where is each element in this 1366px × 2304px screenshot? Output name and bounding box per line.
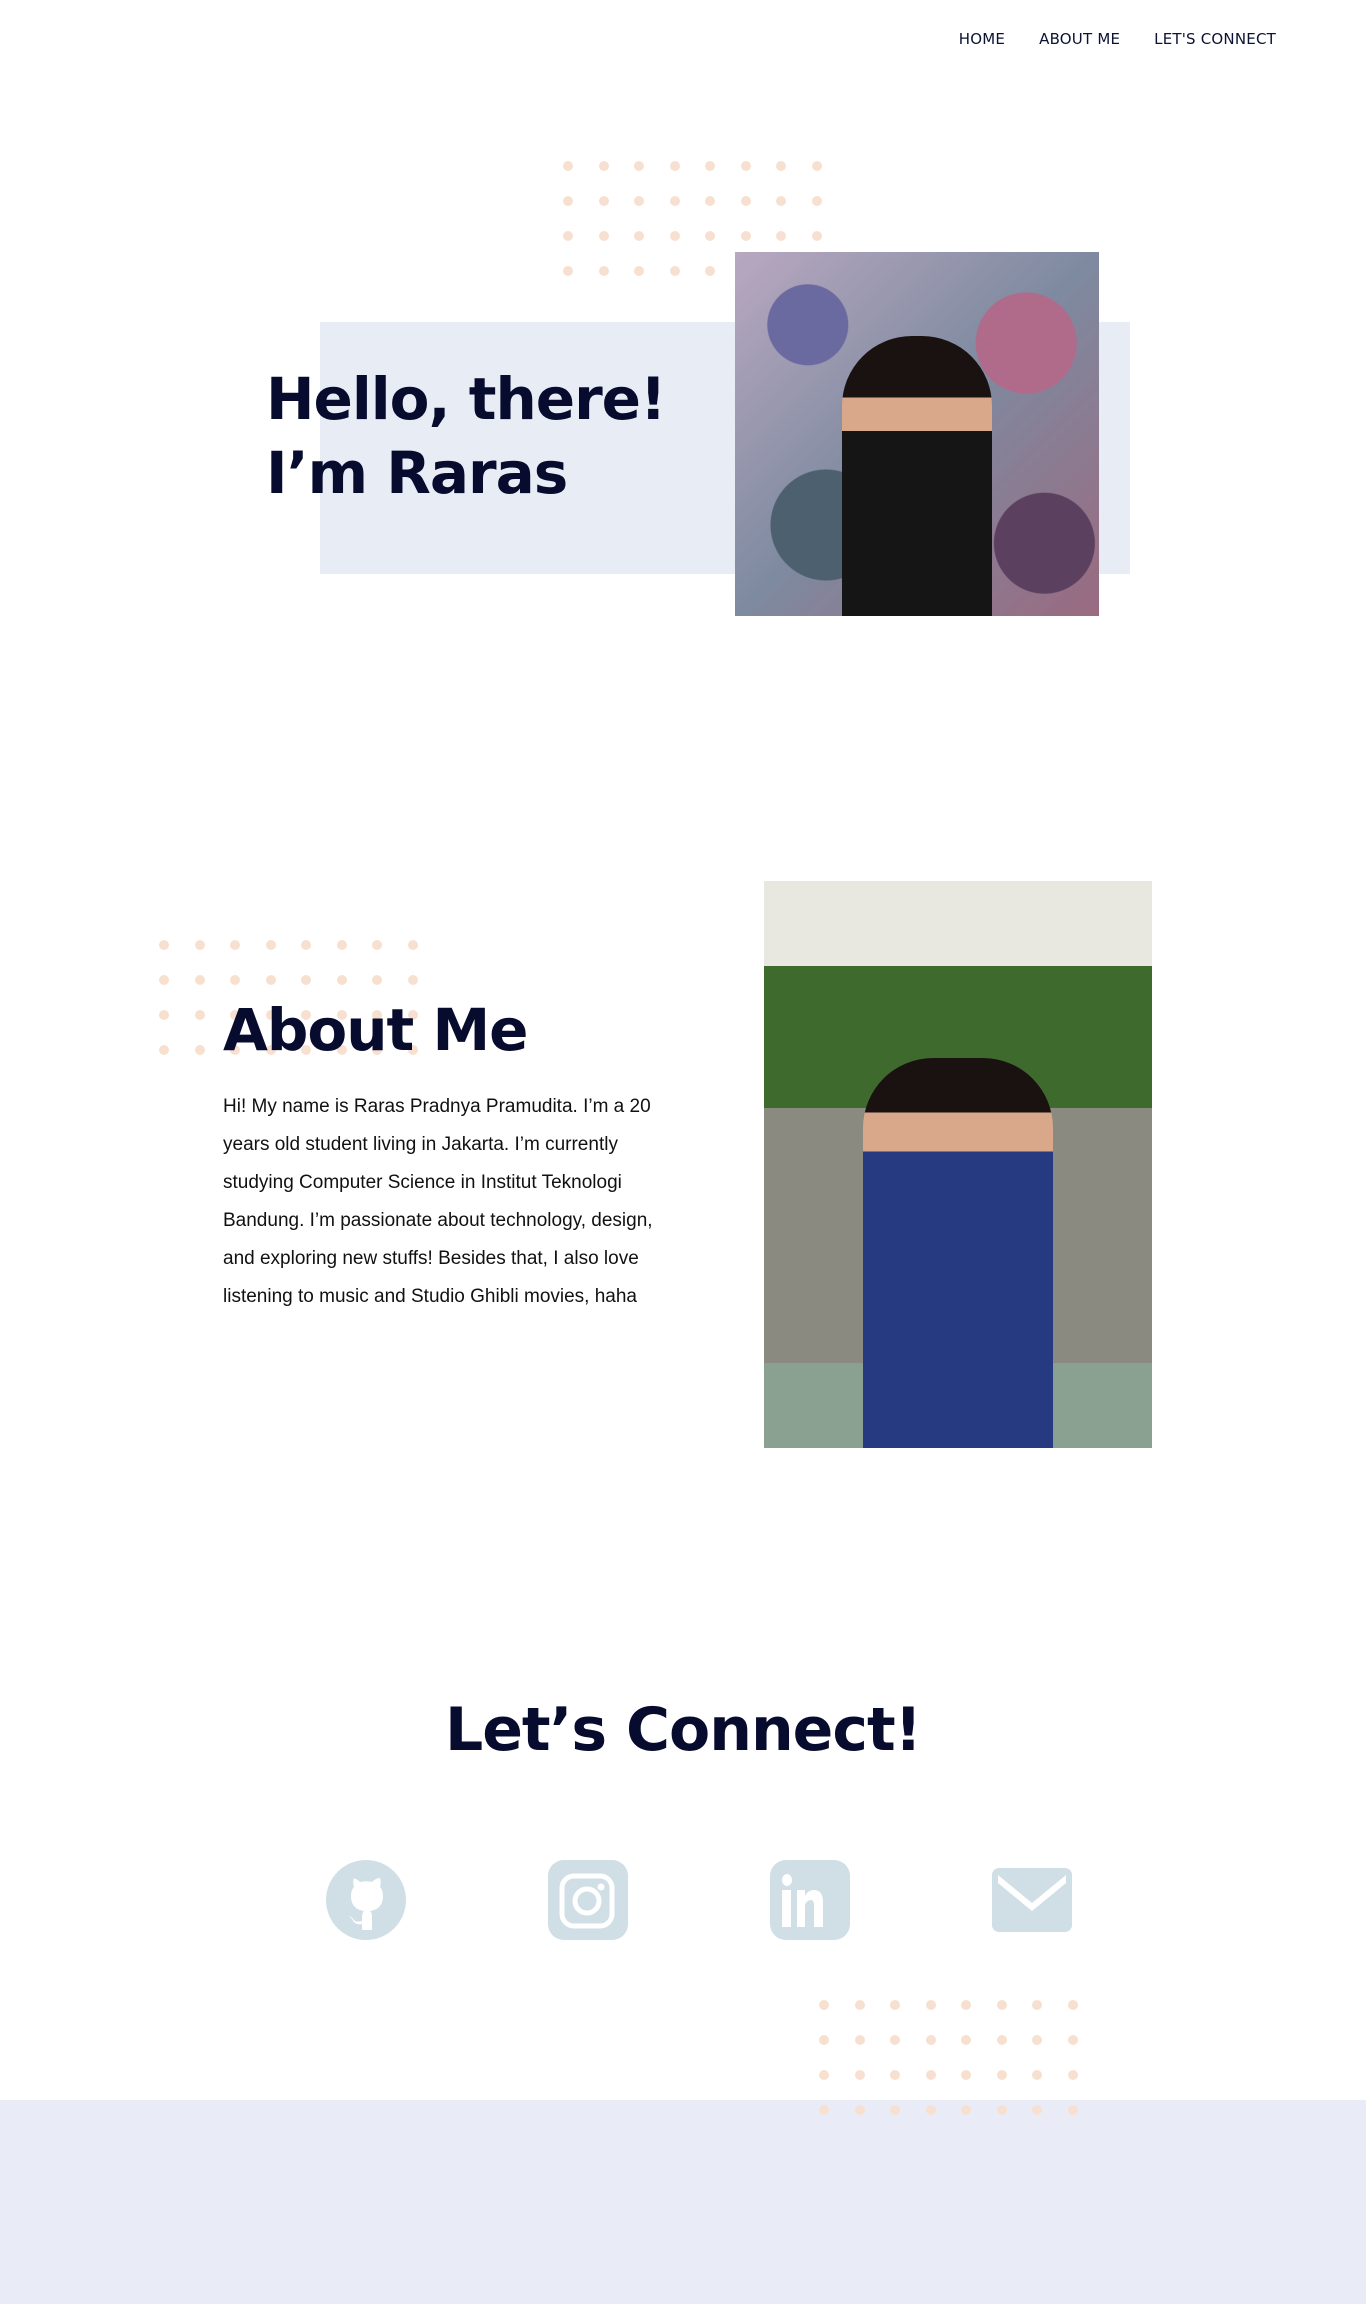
dot <box>925 2035 936 2045</box>
dot <box>740 231 751 241</box>
dot <box>194 940 205 950</box>
nav-home[interactable]: HOME <box>959 30 1005 48</box>
dot <box>1067 2070 1078 2080</box>
dot <box>598 266 609 276</box>
dot <box>925 2105 936 2115</box>
dot <box>740 161 751 171</box>
dot <box>669 231 680 241</box>
dot <box>159 975 169 985</box>
about-photo <box>764 881 1152 1448</box>
dot <box>925 2070 936 2080</box>
dot <box>1067 2000 1078 2010</box>
dot <box>265 975 276 985</box>
dot <box>1032 2070 1042 2080</box>
dot <box>563 266 573 276</box>
dot <box>669 266 680 276</box>
instagram-icon[interactable] <box>548 1860 628 1940</box>
github-icon[interactable] <box>326 1860 406 1940</box>
dot <box>811 161 822 171</box>
dot <box>854 2105 865 2115</box>
dot <box>705 161 715 171</box>
dot <box>669 161 680 171</box>
dot <box>336 975 347 985</box>
dot <box>194 1045 205 1055</box>
dot <box>301 975 311 985</box>
dot <box>961 2000 971 2010</box>
dot <box>819 2000 829 2010</box>
dot <box>336 940 347 950</box>
dot <box>1067 2105 1078 2115</box>
nav-lets-connect[interactable]: LET'S CONNECT <box>1154 30 1276 48</box>
dot <box>776 196 786 206</box>
dot <box>265 940 276 950</box>
dot <box>961 2070 971 2080</box>
dot <box>563 231 573 241</box>
dot <box>1032 2105 1042 2115</box>
about-text: Hi! My name is Raras Pradnya Pramudita. … <box>223 1096 653 1307</box>
dot <box>1067 2035 1078 2045</box>
dot <box>407 940 418 950</box>
dot <box>407 975 418 985</box>
dot <box>372 940 382 950</box>
dot <box>194 1010 205 1020</box>
dot <box>230 975 240 985</box>
hero-photo <box>735 252 1099 616</box>
dot <box>598 196 609 206</box>
dot <box>1032 2035 1042 2045</box>
dot <box>961 2105 971 2115</box>
dot <box>705 266 715 276</box>
dot <box>854 2000 865 2010</box>
dot <box>230 940 240 950</box>
nav-about-me[interactable]: ABOUT ME <box>1039 30 1120 48</box>
dot <box>776 161 786 171</box>
dot <box>854 2035 865 2045</box>
footer-band <box>0 2100 1366 2304</box>
dot <box>996 2070 1007 2080</box>
dot <box>996 2000 1007 2010</box>
linkedin-icon[interactable] <box>770 1860 850 1940</box>
dot <box>996 2105 1007 2115</box>
dot <box>598 231 609 241</box>
email-icon[interactable] <box>992 1860 1072 1940</box>
dot <box>890 2105 900 2115</box>
dot <box>705 231 715 241</box>
main-nav: HOME ABOUT ME LET'S CONNECT <box>959 30 1276 48</box>
connect-title: Let’s Connect! <box>445 1695 922 1765</box>
dot <box>301 940 311 950</box>
dot <box>1032 2000 1042 2010</box>
dot <box>890 2070 900 2080</box>
dot <box>598 161 609 171</box>
dot <box>563 161 573 171</box>
dot <box>996 2035 1007 2045</box>
dot <box>854 2070 865 2080</box>
dot <box>890 2035 900 2045</box>
dot <box>819 2070 829 2080</box>
dot <box>811 196 822 206</box>
dot <box>925 2000 936 2010</box>
dot <box>811 231 822 241</box>
dot <box>159 1010 169 1020</box>
hero-title: Hello, there! I’m Raras <box>266 365 666 507</box>
dot <box>634 231 644 241</box>
dot <box>740 196 751 206</box>
dot <box>890 2000 900 2010</box>
about-title: About Me <box>223 996 529 1064</box>
dot <box>194 975 205 985</box>
dot <box>634 266 644 276</box>
dot <box>961 2035 971 2045</box>
dot <box>776 231 786 241</box>
dot <box>372 975 382 985</box>
dot-pattern <box>819 2000 1078 2115</box>
dot <box>669 196 680 206</box>
dot <box>159 940 169 950</box>
dot <box>819 2105 829 2115</box>
dot <box>819 2035 829 2045</box>
dot <box>563 196 573 206</box>
dot <box>634 161 644 171</box>
dot <box>705 196 715 206</box>
dot <box>159 1045 169 1055</box>
dot <box>634 196 644 206</box>
